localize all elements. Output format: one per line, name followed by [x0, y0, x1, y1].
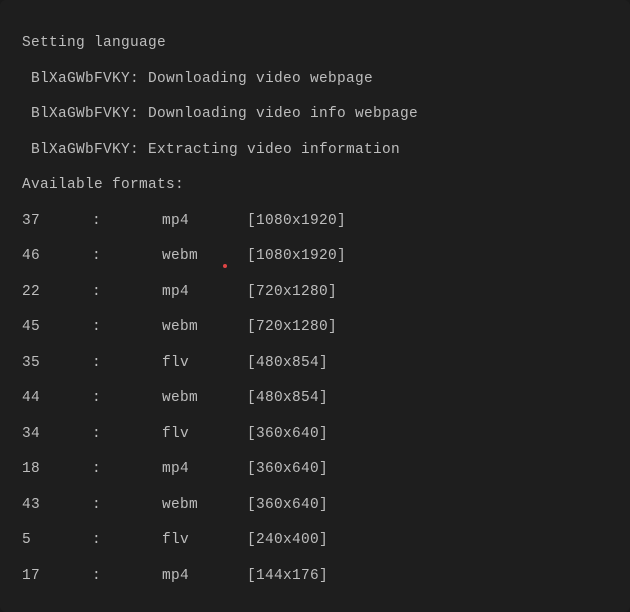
format-ext: webm	[162, 498, 247, 513]
format-separator: :	[92, 391, 162, 406]
format-ext: flv	[162, 533, 247, 548]
format-code: 43	[22, 498, 92, 513]
terminal-output: Setting language BlXaGWbFVKY: Downloading…	[0, 0, 630, 612]
intro-lines: Setting language BlXaGWbFVKY: Downloading…	[22, 36, 608, 193]
format-separator: :	[92, 214, 162, 229]
format-ext: webm	[162, 391, 247, 406]
format-code: 37	[22, 214, 92, 229]
format-separator: :	[92, 427, 162, 442]
format-res: [1080x1920]	[247, 214, 346, 229]
format-code: 5	[22, 533, 92, 548]
format-row: 34:flv[360x640]	[22, 427, 608, 442]
format-res: [360x640]	[247, 427, 328, 442]
format-rows: 37:mp4[1080x1920]46:webm[1080x1920]22:mp…	[22, 214, 608, 584]
format-res: [1080x1920]	[247, 249, 346, 264]
format-separator: :	[92, 356, 162, 371]
format-row: 22:mp4[720x1280]	[22, 285, 608, 300]
format-row: 35:flv[480x854]	[22, 356, 608, 371]
format-res: [720x1280]	[247, 320, 337, 335]
format-row: 37:mp4[1080x1920]	[22, 214, 608, 229]
format-code: 17	[22, 569, 92, 584]
format-row: 5:flv[240x400]	[22, 533, 608, 548]
format-res: [240x400]	[247, 533, 328, 548]
format-row: 45:webm[720x1280]	[22, 320, 608, 335]
format-code: 45	[22, 320, 92, 335]
format-separator: :	[92, 569, 162, 584]
format-res: [360x640]	[247, 462, 328, 477]
format-ext: flv	[162, 356, 247, 371]
format-code: 44	[22, 391, 92, 406]
format-code: 18	[22, 462, 92, 477]
format-separator: :	[92, 285, 162, 300]
format-ext: mp4	[162, 569, 247, 584]
format-ext: webm	[162, 249, 247, 264]
format-res: [720x1280]	[247, 285, 337, 300]
format-res: [144x176]	[247, 569, 328, 584]
format-row: 46:webm[1080x1920]	[22, 249, 608, 264]
format-ext: flv	[162, 427, 247, 442]
format-code: 46	[22, 249, 92, 264]
format-res: [480x854]	[247, 356, 328, 371]
format-ext: mp4	[162, 214, 247, 229]
format-ext: mp4	[162, 285, 247, 300]
format-row: 44:webm[480x854]	[22, 391, 608, 406]
format-separator: :	[92, 320, 162, 335]
output-line: Available formats:	[22, 178, 608, 193]
format-ext: webm	[162, 320, 247, 335]
output-line: Setting language	[22, 36, 608, 51]
format-separator: :	[92, 498, 162, 513]
output-line: BlXaGWbFVKY: Downloading video info webp…	[22, 107, 608, 122]
format-ext: mp4	[162, 462, 247, 477]
format-row: 43:webm[360x640]	[22, 498, 608, 513]
format-separator: :	[92, 533, 162, 548]
format-code: 35	[22, 356, 92, 371]
format-row: 18:mp4[360x640]	[22, 462, 608, 477]
output-line: BlXaGWbFVKY: Downloading video webpage	[22, 72, 608, 87]
format-separator: :	[92, 249, 162, 264]
format-code: 34	[22, 427, 92, 442]
format-res: [360x640]	[247, 498, 328, 513]
format-row: 17:mp4[144x176]	[22, 569, 608, 584]
format-code: 22	[22, 285, 92, 300]
caret-indicator-icon	[223, 264, 227, 268]
format-res: [480x854]	[247, 391, 328, 406]
format-separator: :	[92, 462, 162, 477]
output-line: BlXaGWbFVKY: Extracting video informatio…	[22, 143, 608, 158]
